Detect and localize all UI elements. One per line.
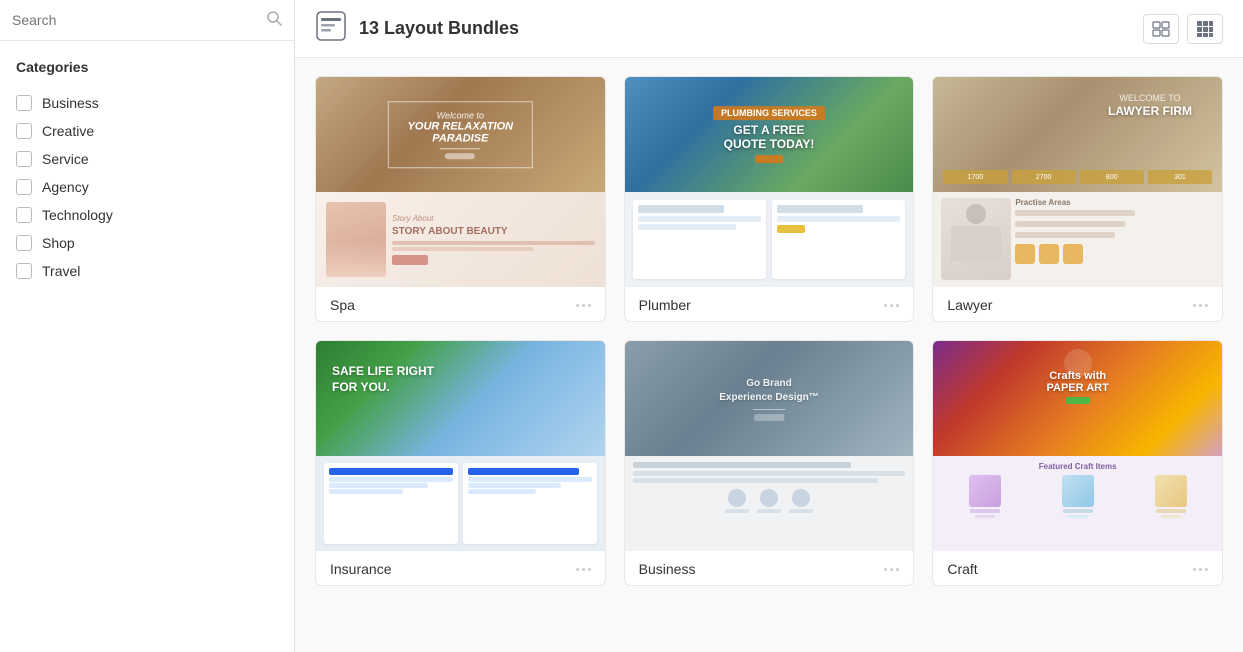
header-right bbox=[1143, 14, 1223, 44]
layout-card-insurance[interactable]: SAFE LIFE RIGHTFOR YOU. bbox=[315, 340, 606, 586]
search-wrapper bbox=[0, 0, 294, 41]
category-item-travel[interactable]: Travel bbox=[16, 257, 278, 285]
bundle-title: 13 Layout Bundles bbox=[359, 18, 519, 39]
layout-card-lawyer[interactable]: WELCOME TO LAWYER FIRM 1700 2700 800 301 bbox=[932, 76, 1223, 322]
card-image-lawyer: WELCOME TO LAWYER FIRM 1700 2700 800 301 bbox=[933, 77, 1222, 287]
layout-card-spa[interactable]: Welcome to YOUR RELAXATION PARADISE Stor… bbox=[315, 76, 606, 322]
card-dots-craft bbox=[1193, 568, 1208, 571]
category-label-travel: Travel bbox=[42, 263, 80, 279]
main-header: 13 Layout Bundles bbox=[295, 0, 1243, 58]
card-name-insurance: Insurance bbox=[330, 561, 391, 577]
category-label-business: Business bbox=[42, 95, 99, 111]
search-icon bbox=[266, 10, 282, 30]
layout-card-business[interactable]: Go BrandExperience Design™ bbox=[624, 340, 915, 586]
category-checkbox-business[interactable] bbox=[16, 95, 32, 111]
category-checkbox-shop[interactable] bbox=[16, 235, 32, 251]
card-name-business: Business bbox=[639, 561, 696, 577]
category-item-service[interactable]: Service bbox=[16, 145, 278, 173]
category-label-creative: Creative bbox=[42, 123, 94, 139]
layout-grid: Welcome to YOUR RELAXATION PARADISE Stor… bbox=[315, 76, 1223, 586]
card-name-lawyer: Lawyer bbox=[947, 297, 992, 313]
category-checkbox-service[interactable] bbox=[16, 151, 32, 167]
card-image-spa: Welcome to YOUR RELAXATION PARADISE Stor… bbox=[316, 77, 605, 287]
card-dots-insurance bbox=[576, 568, 591, 571]
main-content: 13 Layout Bundles bbox=[295, 0, 1243, 652]
card-dots-spa bbox=[576, 304, 591, 307]
card-footer-spa: Spa bbox=[316, 287, 605, 321]
grid-area: Welcome to YOUR RELAXATION PARADISE Stor… bbox=[295, 58, 1243, 652]
category-checkbox-agency[interactable] bbox=[16, 179, 32, 195]
category-checkbox-travel[interactable] bbox=[16, 263, 32, 279]
layout-card-plumber[interactable]: PLUMBING SERVICES GET A FREEQUOTE TODAY! bbox=[624, 76, 915, 322]
category-item-technology[interactable]: Technology bbox=[16, 201, 278, 229]
card-footer-insurance: Insurance bbox=[316, 551, 605, 585]
list-view-button[interactable] bbox=[1143, 14, 1179, 44]
category-checkbox-creative[interactable] bbox=[16, 123, 32, 139]
category-label-agency: Agency bbox=[42, 179, 89, 195]
categories-section: Categories Business Creative Service Age… bbox=[0, 41, 294, 295]
card-footer-plumber: Plumber bbox=[625, 287, 914, 321]
category-item-creative[interactable]: Creative bbox=[16, 117, 278, 145]
card-image-plumber: PLUMBING SERVICES GET A FREEQUOTE TODAY! bbox=[625, 77, 914, 287]
card-dots-plumber bbox=[884, 304, 899, 307]
card-footer-craft: Craft bbox=[933, 551, 1222, 585]
layout-card-craft[interactable]: Crafts withPAPER ART Featured Craft Item… bbox=[932, 340, 1223, 586]
category-label-shop: Shop bbox=[42, 235, 75, 251]
card-footer-lawyer: Lawyer bbox=[933, 287, 1222, 321]
bundle-icon bbox=[315, 10, 347, 47]
category-item-agency[interactable]: Agency bbox=[16, 173, 278, 201]
card-footer-business: Business bbox=[625, 551, 914, 585]
sidebar: Categories Business Creative Service Age… bbox=[0, 0, 295, 652]
category-label-technology: Technology bbox=[42, 207, 113, 223]
category-checkbox-technology[interactable] bbox=[16, 207, 32, 223]
grid-view-button[interactable] bbox=[1187, 14, 1223, 44]
card-image-insurance: SAFE LIFE RIGHTFOR YOU. bbox=[316, 341, 605, 551]
card-name-spa: Spa bbox=[330, 297, 355, 313]
category-item-business[interactable]: Business bbox=[16, 89, 278, 117]
search-input[interactable] bbox=[12, 12, 266, 28]
categories-title: Categories bbox=[16, 59, 278, 75]
header-left: 13 Layout Bundles bbox=[315, 10, 519, 47]
card-name-plumber: Plumber bbox=[639, 297, 691, 313]
category-item-shop[interactable]: Shop bbox=[16, 229, 278, 257]
card-image-craft: Crafts withPAPER ART Featured Craft Item… bbox=[933, 341, 1222, 551]
card-dots-lawyer bbox=[1193, 304, 1208, 307]
card-dots-business bbox=[884, 568, 899, 571]
card-image-business: Go BrandExperience Design™ bbox=[625, 341, 914, 551]
card-name-craft: Craft bbox=[947, 561, 977, 577]
category-label-service: Service bbox=[42, 151, 89, 167]
